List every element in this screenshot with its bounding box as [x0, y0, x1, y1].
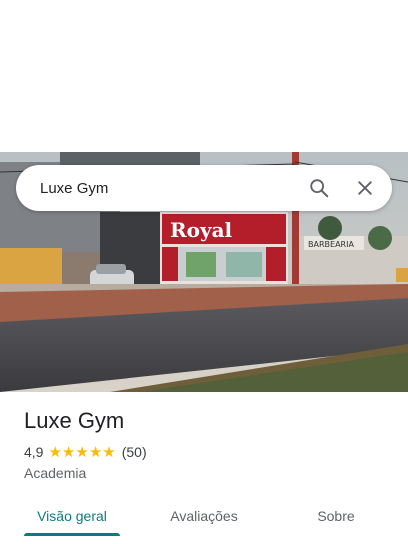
search-icon: [310, 179, 329, 198]
star-icon: ★: [48, 443, 62, 461]
tab-about[interactable]: Sobre: [288, 496, 384, 536]
close-icon: [358, 181, 372, 195]
store-sign-text: Royal: [170, 218, 233, 242]
star-icon: ★: [61, 443, 76, 461]
rating-stars: ★ ★ ★ ★ ★: [48, 445, 115, 460]
search-button[interactable]: [300, 169, 338, 207]
place-tabs: Visão geral Avaliações Sobre: [0, 496, 408, 536]
rating-row[interactable]: 4,9 ★ ★ ★ ★ ★ (50): [24, 444, 147, 460]
star-icon: ★: [88, 443, 103, 461]
search-query[interactable]: Luxe Gym: [40, 180, 300, 197]
tab-label: Visão geral: [37, 508, 107, 524]
place-title: Luxe Gym: [24, 408, 125, 433]
tab-overview[interactable]: Visão geral: [24, 496, 120, 536]
star-icon: ★: [102, 443, 116, 461]
tab-reviews[interactable]: Avaliações: [156, 496, 252, 536]
rating-value: 4,9: [24, 444, 44, 460]
clear-search-button[interactable]: [346, 169, 384, 207]
tab-label: Sobre: [317, 508, 355, 524]
tab-label: Avaliações: [170, 508, 238, 524]
barber-sign-text: BARBEARIA: [308, 240, 354, 249]
place-category: Academia: [24, 465, 87, 481]
review-count[interactable]: (50): [122, 444, 147, 460]
active-tab-indicator: [24, 533, 120, 536]
search-bar[interactable]: Luxe Gym: [16, 165, 392, 211]
star-icon: ★: [75, 443, 89, 461]
